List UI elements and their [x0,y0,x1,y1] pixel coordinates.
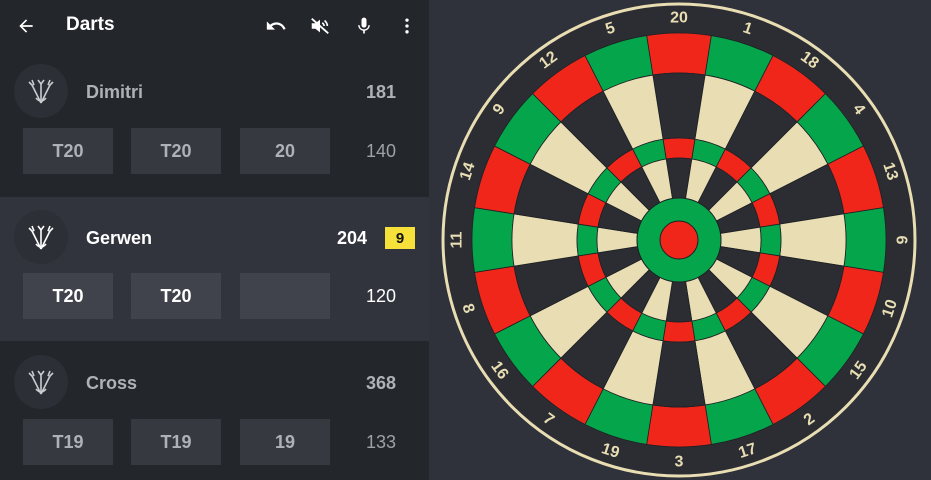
player-row[interactable]: Cross 368 T19 T19 19 133 [0,341,429,480]
app-bar: Darts [0,0,429,52]
page-title: Darts [66,14,115,35]
darts-thrown-badge: 9 [385,227,415,249]
bullseye[interactable] [659,220,699,260]
app-root: Darts Dimitri 181 T20 T20 20 140 Gerwen … [0,0,931,480]
arrow-left-icon[interactable] [12,12,40,40]
scoreboard-panel: Darts Dimitri 181 T20 T20 20 140 Gerwen … [0,0,429,480]
dartboard[interactable]: 2011841361015217319716811149125 [439,0,919,480]
player-score: 181 [365,82,396,102]
undo-icon[interactable] [262,12,290,40]
throw-1-button[interactable]: T19 [23,419,113,465]
darts-icon [14,64,68,118]
triple-6[interactable] [759,223,782,257]
board-number-3: 3 [675,454,684,471]
throw-2-button[interactable]: T20 [131,128,221,174]
double-6[interactable] [843,207,887,273]
throw-3-button[interactable]: 20 [240,128,330,174]
double-3[interactable] [646,404,712,448]
triple-11[interactable] [576,223,599,257]
darts-icon [14,355,68,409]
throw-3-button[interactable]: 19 [240,419,330,465]
throw-2-button[interactable]: T20 [131,273,221,319]
speaker-off-icon[interactable] [306,12,334,40]
triple-20[interactable] [662,137,696,160]
board-number-11: 11 [449,231,466,248]
throw-1-button[interactable]: T20 [23,128,113,174]
double-11[interactable] [471,207,515,273]
more-vert-icon[interactable] [393,12,421,40]
throw-2-button[interactable]: T19 [131,419,221,465]
player-name: Gerwen [86,228,153,248]
darts-icon [14,210,68,264]
remaining-score: 133 [365,432,396,452]
microphone-icon[interactable] [350,12,378,40]
player-name: Dimitri [86,82,144,102]
triple-3[interactable] [662,320,696,343]
remaining-score: 140 [365,141,396,161]
board-number-6: 6 [893,236,910,245]
remaining-score: 120 [365,286,396,306]
player-score: 368 [365,373,396,393]
player-name: Cross [86,373,138,393]
player-score: 204 [336,228,367,248]
double-20[interactable] [646,32,712,76]
throw-1-button[interactable]: T20 [23,273,113,319]
player-row[interactable]: Dimitri 181 T20 T20 20 140 [0,52,429,196]
player-row-active[interactable]: Gerwen 204 9 T20 T20 120 [0,197,429,341]
throw-3-button[interactable] [240,273,330,319]
board-number-20: 20 [670,10,688,27]
